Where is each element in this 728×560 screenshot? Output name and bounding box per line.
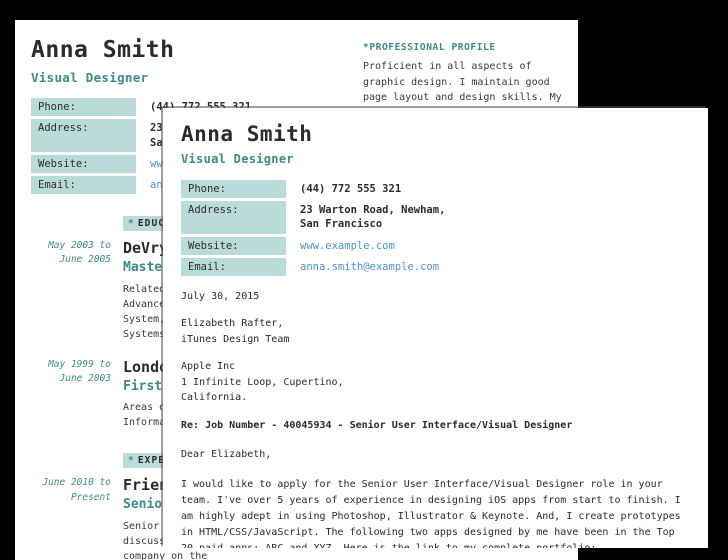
bullet-icon: * bbox=[128, 455, 135, 467]
letter-contact-value-phone: (44) 772 555 321 bbox=[300, 183, 402, 195]
experience-entry-1-dates-wrap: June 2010 to Present bbox=[31, 476, 123, 560]
education-entry-2-dates-wrap: May 1999 to June 2003 bbox=[31, 358, 123, 443]
table-row: Website: www.example.com bbox=[181, 236, 445, 255]
resume-contact-label-address: Address: bbox=[31, 119, 136, 152]
letter-date: July 30, 2015 bbox=[181, 290, 260, 302]
letter-contact-label-address: Address: bbox=[181, 201, 286, 234]
cover-letter-document[interactable]: Anna Smith Visual Designer Phone: (44) 7… bbox=[163, 108, 708, 548]
letter-contact-value-email[interactable]: anna.smith@example.com bbox=[286, 258, 445, 276]
education-entry-2-dates: May 1999 to June 2003 bbox=[48, 358, 111, 385]
table-row: Phone: (44) 772 555 321 bbox=[181, 180, 445, 199]
letter-subject-line: Re: Job Number - 40045934 - Senior User … bbox=[181, 419, 573, 431]
education-entry-1-dates-wrap: May 2003 to June 2005 bbox=[31, 239, 123, 354]
resume-job-title: Visual Designer bbox=[31, 70, 149, 86]
letter-contact-value-website[interactable]: www.example.com bbox=[286, 237, 445, 255]
letter-contact-label-website: Website: bbox=[181, 236, 286, 255]
resume-contact-label-website: Website: bbox=[31, 154, 136, 173]
letter-name: Anna Smith bbox=[181, 122, 313, 146]
letter-contact-value-address: 23 Warton Road, Newham, San Francisco bbox=[300, 204, 446, 231]
letter-company-address: Apple Inc 1 Infinite Loop, Cupertino, Ca… bbox=[181, 361, 344, 404]
letter-contact-label-phone: Phone: bbox=[181, 180, 286, 199]
resume-name: Anna Smith bbox=[31, 37, 175, 63]
education-entry-1-dates: May 2003 to June 2005 bbox=[48, 240, 111, 266]
bullet-icon: * bbox=[128, 218, 135, 230]
letter-body-part-1: I would like to apply for the Senior Use… bbox=[181, 478, 681, 548]
letter-contact-table: Phone: (44) 772 555 321 Address: 23 Wart… bbox=[181, 177, 445, 279]
resume-education-dates-column bbox=[31, 211, 123, 239]
table-row: Address: 23 Warton Road, Newham, San Fra… bbox=[181, 201, 446, 234]
letter-salutation: Dear Elizabeth, bbox=[181, 449, 272, 461]
letter-contact-label-email: Email: bbox=[181, 257, 286, 276]
letter-body-paragraph: I would like to apply for the Senior Use… bbox=[181, 477, 690, 548]
professional-profile-heading: *PROFESSIONAL PROFILE bbox=[363, 42, 496, 53]
letter-recipient: Elizabeth Rafter, iTunes Design Team bbox=[181, 318, 290, 345]
table-row: Email: anna.smith@example.com bbox=[181, 257, 445, 276]
resume-experience-dates-column bbox=[31, 448, 123, 476]
resume-contact-label-phone: Phone: bbox=[31, 98, 136, 117]
resume-contact-label-email: Email: bbox=[31, 175, 136, 195]
experience-entry-1-dates: June 2010 to Present bbox=[42, 477, 111, 503]
letter-job-title: Visual Designer bbox=[181, 152, 294, 166]
